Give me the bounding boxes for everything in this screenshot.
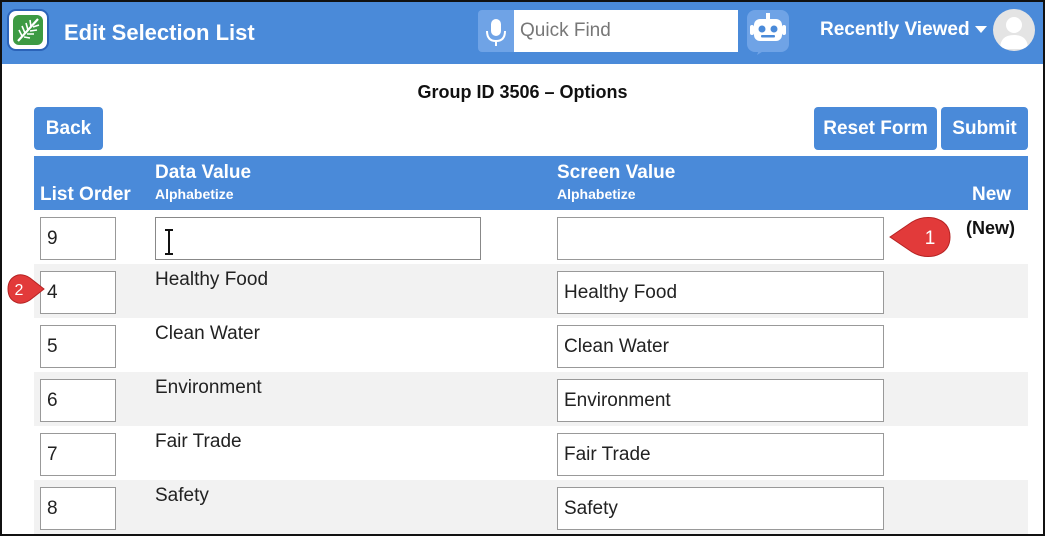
text-cursor-icon bbox=[165, 229, 173, 255]
data-value-title: Data Value bbox=[155, 162, 252, 183]
back-button[interactable]: Back bbox=[34, 107, 103, 150]
list-order-input[interactable] bbox=[40, 271, 116, 314]
screen-value-input[interactable] bbox=[557, 271, 884, 314]
data-value-text: Fair Trade bbox=[155, 431, 242, 452]
new-row-label: (New) bbox=[966, 218, 1015, 238]
new-table-row: (New) bbox=[34, 210, 1028, 264]
user-avatar-icon[interactable] bbox=[993, 9, 1035, 51]
list-order-input[interactable] bbox=[40, 379, 116, 422]
callout-marker-1: 1 bbox=[889, 217, 951, 257]
screen-value-input[interactable] bbox=[557, 325, 884, 368]
table-row: Fair Trade bbox=[34, 426, 1028, 480]
leaf-logo-icon[interactable] bbox=[7, 9, 49, 51]
top-bar: Edit Selection List Recen bbox=[2, 2, 1043, 64]
group-heading: Group ID 3506 – Options bbox=[417, 82, 628, 102]
recently-viewed-menu[interactable]: Recently Viewed bbox=[820, 19, 987, 41]
quick-find-input[interactable] bbox=[514, 10, 738, 52]
list-order-input[interactable] bbox=[40, 325, 116, 368]
screen-value-input[interactable] bbox=[557, 433, 884, 476]
list-order-input[interactable] bbox=[40, 487, 116, 530]
header-data-value: Data Value Alphabetize bbox=[155, 162, 251, 202]
table-row: Healthy Food bbox=[34, 264, 1028, 318]
callout-marker-2: 2 bbox=[7, 274, 45, 304]
header-new: New bbox=[972, 184, 1012, 205]
new-data-value-input[interactable] bbox=[155, 217, 481, 260]
caret-down-icon bbox=[974, 26, 987, 34]
callout-2-number: 2 bbox=[15, 282, 24, 299]
data-value-alphabetize-link[interactable]: Alphabetize bbox=[155, 186, 251, 202]
list-order-input[interactable] bbox=[40, 433, 116, 476]
table-row: Environment bbox=[34, 372, 1028, 426]
screen-value-input[interactable] bbox=[557, 379, 884, 422]
data-value-text: Healthy Food bbox=[155, 269, 269, 290]
reset-form-button[interactable]: Reset Form bbox=[814, 107, 937, 150]
header-screen-value: Screen Value Alphabetize bbox=[557, 162, 675, 202]
table-row: Safety bbox=[34, 480, 1028, 534]
robot-icon[interactable] bbox=[745, 8, 791, 56]
microphone-icon[interactable] bbox=[478, 10, 514, 52]
data-value-text: Clean Water bbox=[155, 323, 260, 344]
table-row: Clean Water bbox=[34, 318, 1028, 372]
screen-value-alphabetize-link[interactable]: Alphabetize bbox=[557, 186, 675, 202]
new-screen-value-input[interactable] bbox=[557, 217, 884, 260]
screen-value-input[interactable] bbox=[557, 487, 884, 530]
screen-value-title: Screen Value bbox=[557, 162, 676, 183]
list-order-input[interactable] bbox=[40, 217, 116, 260]
header-list-order: List Order bbox=[40, 184, 131, 205]
callout-1-number: 1 bbox=[925, 228, 936, 249]
submit-button[interactable]: Submit bbox=[941, 107, 1028, 150]
recently-viewed-label: Recently Viewed bbox=[820, 19, 970, 40]
page-title: Edit Selection List bbox=[64, 20, 255, 45]
table-header: List Order Data Value Alphabetize Screen… bbox=[34, 156, 1028, 210]
app-window: Edit Selection List Recen bbox=[0, 0, 1045, 536]
data-value-text: Safety bbox=[155, 485, 209, 506]
data-value-text: Environment bbox=[155, 377, 262, 398]
